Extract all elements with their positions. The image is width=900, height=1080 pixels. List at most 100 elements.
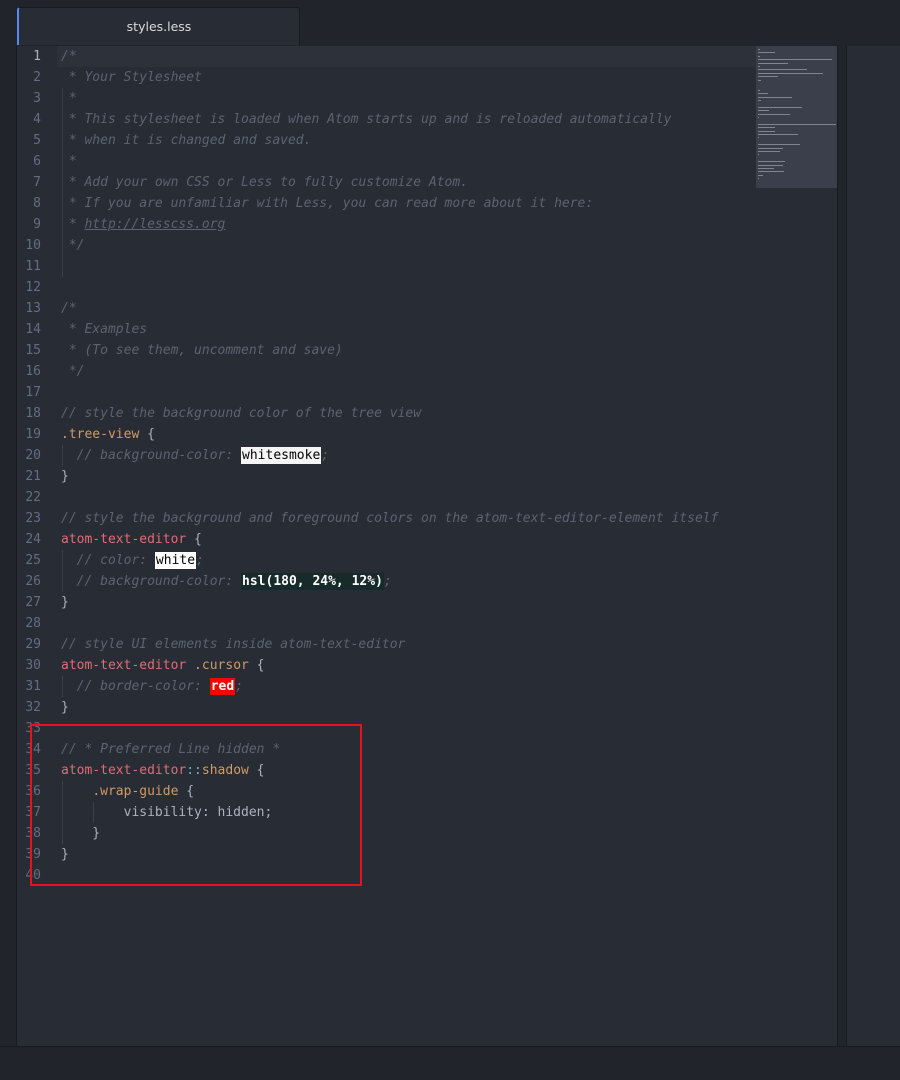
code-line[interactable]: 21}	[17, 466, 68, 487]
code-line[interactable]: 30 atom-text-editor .cursor {	[17, 655, 264, 676]
line-number: 12	[25, 280, 41, 295]
code-line[interactable]: 16 */	[17, 361, 84, 382]
minimap-line	[758, 123, 836, 125]
code-line[interactable]: 24 atom-text-editor {	[17, 529, 202, 550]
code-token: ;	[196, 553, 204, 568]
minimap-line	[758, 161, 785, 163]
color-swatch-token: whitesmoke	[241, 447, 322, 464]
minimap-line	[758, 106, 802, 108]
cursor-line-highlight	[57, 46, 757, 67]
line-text: atom-text-editor .cursor {	[61, 655, 265, 676]
code-line[interactable]: 15 * (To see them, uncomment and save)	[17, 340, 342, 361]
code-line[interactable]: 20 // background-color: whitesmoke;	[17, 445, 329, 466]
line-text: // style the background and foreground c…	[61, 508, 718, 529]
line-text: */	[61, 361, 85, 382]
code-line[interactable]: 13 /*	[17, 298, 76, 319]
minimap-line	[758, 93, 769, 95]
minimap-line	[758, 110, 770, 112]
minimap-line	[758, 100, 761, 101]
code-line[interactable]: 31 // border-color: red;	[17, 676, 243, 697]
code-line[interactable]: 5 * when it is changed and saved.	[17, 130, 311, 151]
code-line[interactable]: 10 */	[17, 235, 84, 256]
minimap-line	[758, 96, 793, 98]
minimap-line	[758, 52, 776, 54]
code-line[interactable]: 26 // background-color: hsl(180, 24%, 12…	[17, 571, 392, 592]
line-number: 30	[25, 658, 41, 673]
code-line[interactable]: 27}	[17, 592, 68, 613]
line-text: // background-color: hsl(180, 24%, 12%);	[61, 571, 392, 592]
minimap-line	[758, 171, 784, 173]
line-text: * Examples	[61, 319, 147, 340]
line-number: 21	[25, 469, 41, 484]
code-token: * If you are unfamiliar with Less, you c…	[61, 196, 594, 211]
code-line[interactable]: 19 .tree-view {	[17, 424, 155, 445]
code-line[interactable]: 25 // color: white;	[17, 550, 204, 571]
code-token: // background-color:	[61, 574, 242, 589]
line-number: 10	[25, 238, 41, 253]
code-token: {	[186, 532, 202, 547]
line-text: }	[61, 697, 69, 718]
line-number: 18	[25, 406, 41, 421]
minimap-line	[758, 178, 759, 180]
color-swatch-token: red	[209, 678, 236, 695]
line-number: 1	[33, 49, 41, 64]
code-token: atom-text-editor	[61, 532, 187, 547]
line-text: /*	[61, 46, 77, 67]
code-line[interactable]: 12	[17, 277, 41, 298]
line-number: 2	[33, 70, 41, 85]
code-line[interactable]: 7 * Add your own CSS or Less to fully cu…	[17, 172, 468, 193]
tab-styles-less[interactable]: styles.less	[17, 7, 300, 45]
minimap-line	[758, 62, 789, 64]
line-number: 27	[25, 595, 41, 610]
line-number: 26	[25, 574, 41, 589]
code-line[interactable]: 4 * This stylesheet is loaded when Atom …	[17, 109, 671, 130]
code-line[interactable]: 22	[17, 487, 41, 508]
status-bar	[0, 1046, 900, 1080]
text-editor[interactable]: 1/* 2 * Your Stylesheet 3 * 4 * This styles…	[16, 46, 838, 1046]
minimap-line	[758, 144, 800, 146]
line-number: 16	[25, 364, 41, 379]
code-token: * This stylesheet is loaded when Atom st…	[61, 112, 672, 127]
code-token: .cursor	[186, 658, 249, 673]
code-line[interactable]: 28	[17, 613, 41, 634]
code-token: }	[61, 469, 69, 484]
line-number: 6	[33, 154, 41, 169]
minimap-line	[758, 49, 760, 50]
line-text: }	[61, 592, 69, 613]
code-line[interactable]: 6 *	[17, 151, 76, 172]
code-token: ;	[383, 574, 392, 589]
code-line[interactable]: 32}	[17, 697, 68, 718]
code-line[interactable]: 18 // style the background color of the t…	[17, 403, 421, 424]
minimap-line	[758, 151, 780, 152]
code-line[interactable]: 3 *	[17, 88, 76, 109]
line-number: 32	[25, 700, 41, 715]
line-number: 23	[25, 511, 41, 526]
line-text: * Add your own CSS or Less to fully cust…	[61, 172, 468, 193]
line-text: .tree-view {	[61, 424, 155, 445]
line-text: // style the background color of the tre…	[61, 403, 421, 424]
minimap-line	[758, 79, 761, 81]
code-line[interactable]: 17	[17, 382, 41, 403]
minimap-line	[758, 164, 783, 166]
code-line[interactable]: 14 * Examples	[17, 319, 147, 340]
minimap[interactable]	[756, 46, 837, 188]
line-number: 24	[25, 532, 41, 547]
line-text: // background-color: whitesmoke;	[61, 445, 329, 466]
line-text: * If you are unfamiliar with Less, you c…	[61, 193, 593, 214]
left-panel-edge	[0, 0, 16, 1046]
code-line[interactable]: 23 // style the background and foreground…	[17, 508, 718, 529]
minimap-line	[758, 137, 759, 139]
code-line[interactable]: 29 // style UI elements inside atom-text-…	[17, 634, 405, 655]
code-token: }	[61, 595, 69, 610]
code-line[interactable]: 11	[17, 256, 41, 277]
code-line[interactable]: 1 /*	[17, 46, 76, 67]
line-number: 3	[33, 91, 41, 106]
line-text: // style UI elements inside atom-text-ed…	[61, 634, 405, 655]
code-line[interactable]: 8 * If you are unfamiliar with Less, you…	[17, 193, 593, 214]
minimap-line	[758, 55, 760, 57]
color-swatch-token: hsl(180, 24%, 12%)	[241, 573, 384, 590]
code-token: /*	[61, 301, 77, 316]
code-line[interactable]: 9 * http://lesscss.org	[17, 214, 225, 235]
minimap-line	[758, 72, 823, 74]
code-line[interactable]: 2 * Your Stylesheet	[17, 67, 202, 88]
